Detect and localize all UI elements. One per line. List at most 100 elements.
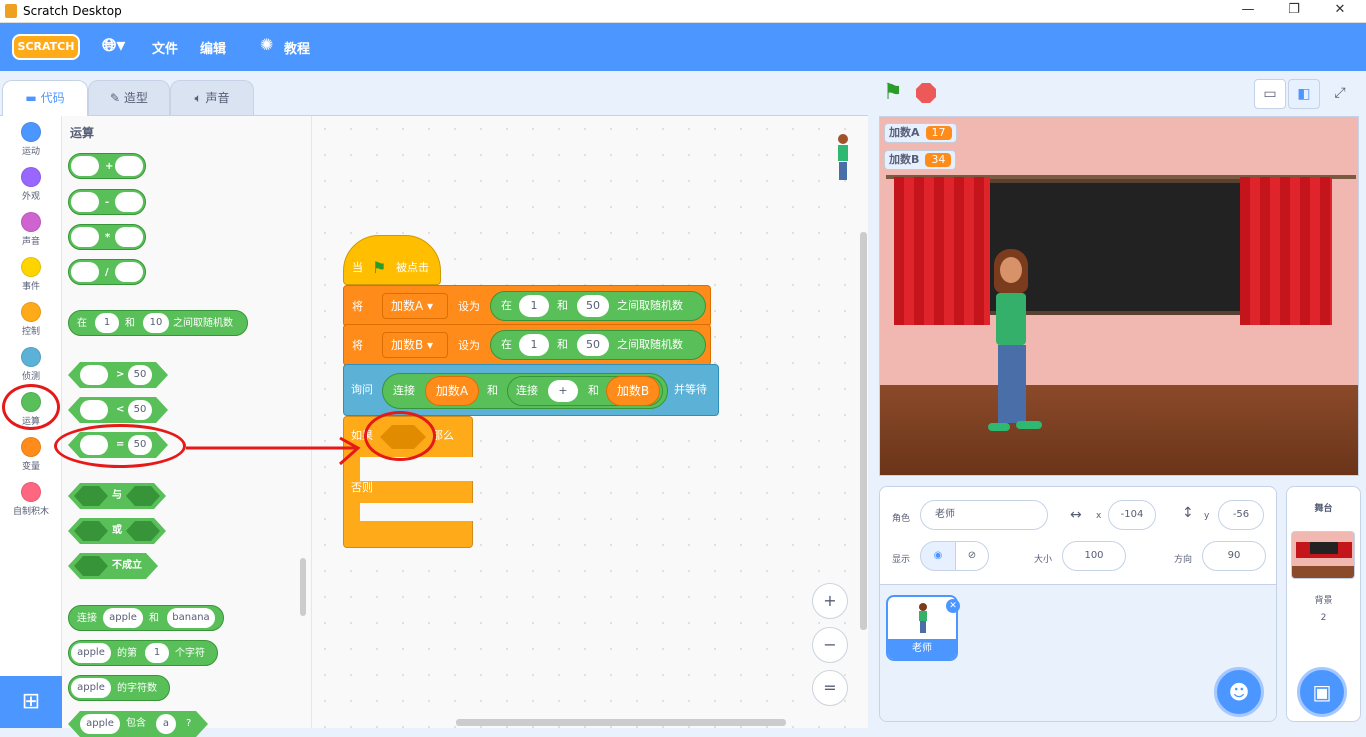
variable-a-reporter[interactable]: 加数A bbox=[425, 376, 479, 406]
stop-button[interactable] bbox=[916, 83, 936, 103]
hide-button[interactable]: ⊘ bbox=[955, 541, 989, 571]
scratch-logo[interactable]: SCRATCH bbox=[12, 34, 80, 60]
palette-scrollbar[interactable] bbox=[300, 558, 306, 616]
category-my-blocks[interactable]: 自制积木 bbox=[0, 482, 62, 517]
set-variable-b-block[interactable]: 将 加数B ▾ 设为 在 1 和 50 之间取随机数 bbox=[343, 324, 711, 366]
eye-icon: ◉ bbox=[933, 550, 943, 561]
teacher-sprite[interactable] bbox=[982, 249, 1052, 449]
tab-sounds[interactable]: 🔈︎ 声音 bbox=[170, 80, 254, 115]
y-arrow-icon: ↕ bbox=[1182, 505, 1194, 521]
maximize-button[interactable]: ❐ bbox=[1274, 2, 1314, 17]
choose-backdrop-button[interactable]: ▣ bbox=[1297, 667, 1347, 717]
variable-b-dropdown[interactable]: 加数B ▾ bbox=[382, 332, 448, 358]
window-title: Scratch Desktop bbox=[23, 4, 122, 18]
subtract-block[interactable]: - bbox=[68, 189, 146, 215]
ask-and-wait-block[interactable]: 询问 连接 加数A 和 连接 + 和 加数B 并等待 bbox=[343, 364, 719, 416]
less-than-block[interactable]: <50 bbox=[68, 397, 168, 423]
contains-block[interactable]: apple 包含 a ? bbox=[68, 711, 208, 737]
zoom-in-button[interactable]: + bbox=[812, 583, 848, 619]
category-looks[interactable]: 外观 bbox=[0, 167, 62, 202]
title-bar: Scratch Desktop — ❐ ✕ bbox=[0, 0, 1366, 23]
size-input[interactable]: 100 bbox=[1062, 541, 1126, 571]
variable-a-dropdown[interactable]: 加数A ▾ bbox=[382, 293, 448, 319]
not-block[interactable]: 不成立 bbox=[68, 553, 158, 579]
tab-code[interactable]: ▬ 代码 bbox=[2, 80, 88, 116]
join-block[interactable]: 连接 apple 和 banana bbox=[68, 605, 224, 631]
join-reporter-outer[interactable]: 连接 加数A 和 连接 + 和 加数B bbox=[382, 373, 668, 409]
or-block[interactable]: 或 bbox=[68, 518, 166, 544]
brush-icon: ✎ bbox=[110, 91, 124, 105]
sound-dot-icon bbox=[21, 212, 41, 232]
menu-file[interactable]: 文件 bbox=[152, 38, 178, 57]
and-block[interactable]: 与 bbox=[68, 483, 166, 509]
looks-dot-icon bbox=[21, 167, 41, 187]
stage-selector[interactable]: 舞台 背景 2 ▣ bbox=[1286, 486, 1361, 722]
add-block[interactable]: + bbox=[68, 153, 146, 179]
tab-costumes[interactable]: ✎ 造型 bbox=[88, 80, 170, 115]
show-visible-button[interactable]: ◉ bbox=[920, 541, 956, 571]
sprite-thumbnail-icon bbox=[836, 134, 850, 182]
zoom-out-button[interactable]: − bbox=[812, 627, 848, 663]
variable-b-reporter[interactable]: 加数B bbox=[606, 376, 660, 406]
close-button[interactable]: ✕ bbox=[1320, 2, 1360, 17]
backdrop-thumbnail bbox=[1291, 531, 1355, 579]
letter-of-block[interactable]: apple 的第 1 个字符 bbox=[68, 640, 218, 666]
workspace-hscrollbar[interactable] bbox=[456, 719, 786, 726]
choose-sprite-button[interactable]: ☻ bbox=[1214, 667, 1264, 717]
multiply-block[interactable]: * bbox=[68, 224, 146, 250]
speaker-icon: 🔈︎ bbox=[194, 91, 206, 105]
sprite-pane: 角色 老师 ↔ x -104 ↕ y -56 显示 ◉ ⊘ 大小 100 方向 … bbox=[879, 486, 1277, 722]
category-motion[interactable]: 运动 bbox=[0, 122, 62, 157]
y-position-input[interactable]: -56 bbox=[1218, 500, 1264, 530]
category-events[interactable]: 事件 bbox=[0, 257, 62, 292]
category-sensing[interactable]: 侦测 bbox=[0, 347, 62, 382]
random-block[interactable]: 在 1 和 10 之间取随机数 bbox=[68, 310, 248, 336]
random-reporter-b[interactable]: 在 1 和 50 之间取随机数 bbox=[490, 330, 706, 360]
normal-stage-button[interactable]: ◧ bbox=[1288, 79, 1320, 109]
image-add-icon: ▣ bbox=[1312, 680, 1332, 704]
stage-canvas[interactable]: 加数A 17 加数B 34 bbox=[879, 116, 1359, 476]
add-extension-button[interactable]: ⊞ bbox=[0, 676, 62, 728]
category-control[interactable]: 控制 bbox=[0, 302, 62, 337]
red-arrow-annotation bbox=[186, 436, 361, 466]
green-flag-button[interactable]: ⚑ bbox=[883, 80, 903, 105]
cat-add-icon: ☻ bbox=[1228, 680, 1250, 704]
small-stage-button[interactable]: ▭ bbox=[1254, 79, 1286, 109]
sprite-name-input[interactable]: 老师 bbox=[920, 500, 1048, 530]
category-variables[interactable]: 变量 bbox=[0, 437, 62, 472]
stage-pane-title: 舞台 bbox=[1314, 504, 1333, 514]
left-curtain bbox=[894, 177, 990, 325]
when-flag-clicked-hat[interactable]: 当 ⚑ 被点击 bbox=[343, 235, 441, 285]
menu-tutorials[interactable]: 教程 bbox=[284, 38, 310, 57]
eye-hidden-icon: ⊘ bbox=[967, 550, 977, 561]
menu-edit[interactable]: 编辑 bbox=[200, 38, 226, 57]
x-position-input[interactable]: -104 bbox=[1108, 500, 1156, 530]
join-reporter-inner[interactable]: 连接 + 和 加数B bbox=[507, 376, 663, 406]
classroom-floor bbox=[880, 385, 1358, 475]
minimize-button[interactable]: — bbox=[1228, 2, 1268, 17]
control-dot-icon bbox=[21, 302, 41, 322]
set-variable-a-block[interactable]: 将 加数A ▾ 设为 在 1 和 50 之间取随机数 bbox=[343, 285, 711, 327]
divide-block[interactable]: / bbox=[68, 259, 146, 285]
monitor-var-b[interactable]: 加数B 34 bbox=[884, 150, 957, 170]
sprite-tile-name: 老师 bbox=[888, 639, 956, 659]
right-curtain bbox=[1240, 177, 1332, 325]
greater-than-block[interactable]: >50 bbox=[68, 362, 168, 388]
monitor-var-a[interactable]: 加数A 17 bbox=[884, 123, 957, 143]
category-sound[interactable]: 声音 bbox=[0, 212, 62, 247]
x-arrow-icon: ↔ bbox=[1070, 507, 1082, 523]
zoom-reset-button[interactable]: = bbox=[812, 670, 848, 706]
language-globe-icon[interactable]: 🌐︎▾ bbox=[102, 35, 125, 56]
random-reporter-a[interactable]: 在 1 和 50 之间取随机数 bbox=[490, 291, 706, 321]
app-icon bbox=[5, 4, 17, 18]
direction-input[interactable]: 90 bbox=[1202, 541, 1266, 571]
sprite-list: 老师 ✕ ☻ bbox=[880, 585, 1276, 721]
length-of-block[interactable]: apple 的字符数 bbox=[68, 675, 170, 701]
events-dot-icon bbox=[21, 257, 41, 277]
delete-sprite-button[interactable]: ✕ bbox=[946, 599, 960, 613]
block-palette: 运算 + - * / 在 1 和 10 之间取随机数 >50 <50 = 50 与… bbox=[62, 116, 312, 728]
fullscreen-button[interactable]: ⤢ bbox=[1324, 79, 1356, 109]
add-extension-icon: ⊞ bbox=[21, 689, 41, 714]
lightbulb-icon[interactable]: ✺ bbox=[260, 35, 273, 54]
workspace-vscrollbar[interactable] bbox=[860, 232, 867, 630]
